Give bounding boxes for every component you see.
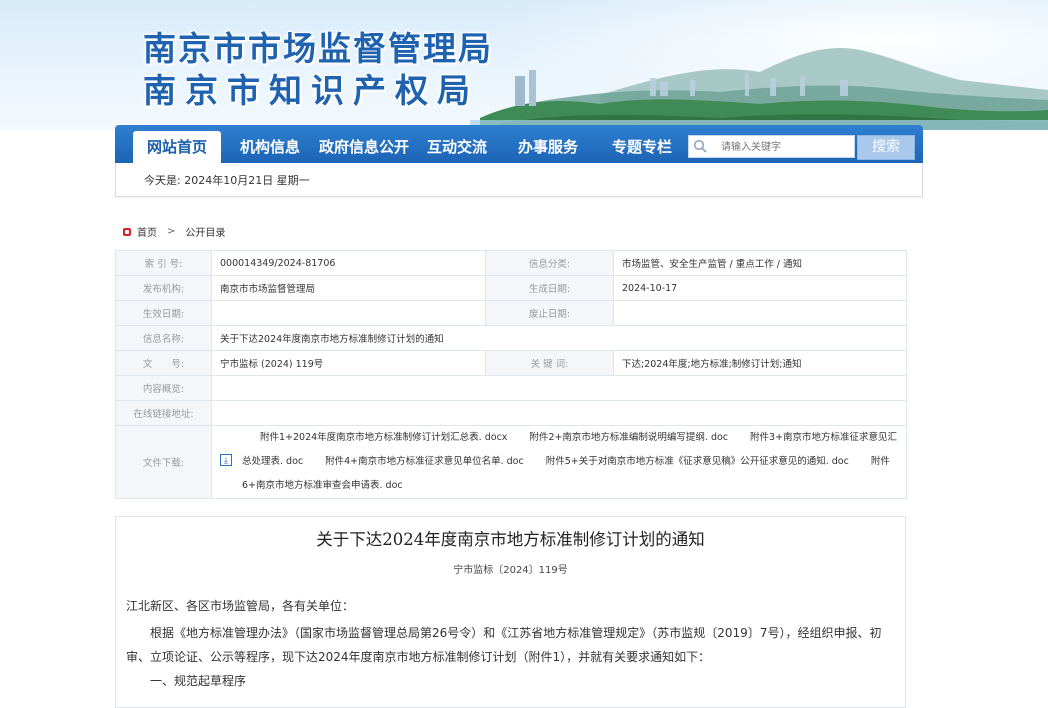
publisher-value: 南京市市场监督管理局 xyxy=(211,275,486,301)
table-row: 信息名称: 关于下达2024年度南京市地方标准制修订计划的通知 xyxy=(115,325,907,351)
article-heading: 一、规范起草程序 xyxy=(150,674,247,688)
table-row: 内容概览: xyxy=(115,375,907,401)
summary-label: 内容概览: xyxy=(115,375,212,401)
article-title: 关于下达2024年度南京市地方标准制修订计划的通知 xyxy=(316,530,705,549)
summary-value xyxy=(211,375,907,401)
file-link-1[interactable]: 附件1+2024年度南京市地方标准制修订计划汇总表. docx xyxy=(260,432,507,443)
name-value: 关于下达2024年度南京市地方标准制修订计划的通知 xyxy=(211,325,907,351)
table-row: 在线链接地址: xyxy=(115,400,907,426)
link-label: 在线链接地址: xyxy=(115,400,212,426)
table-row: 文件下载: ⤓ 附件1+2024年度南京市地方标准制修订计划汇总表. docx 附… xyxy=(115,425,907,499)
nav-topics[interactable]: 专题专栏 xyxy=(612,125,672,163)
table-row: 文 号: 宁市监标 (2024) 119号 关 键 词: 下达;2024年度;地… xyxy=(115,350,907,376)
nav-home[interactable]: 网站首页 xyxy=(133,131,222,163)
info-table: 索 引 号: 000014349/2024-81706 信息分类: 市场监管、安… xyxy=(115,250,907,499)
breadcrumb-current[interactable]: 公开目录 xyxy=(185,224,225,239)
expire-label: 废止日期: xyxy=(485,300,614,326)
keywords-value: 下达;2024年度;地方标准;制修订计划;通知 xyxy=(613,350,907,376)
effective-label: 生效日期: xyxy=(115,300,212,326)
created-label: 生成日期: xyxy=(485,275,614,301)
today-date: 今天是: 2024年10月21日 星期一 xyxy=(144,174,310,187)
search-button[interactable]: 搜索 xyxy=(857,135,915,160)
download-icon: ⤓ xyxy=(220,454,232,466)
link-value xyxy=(211,400,907,426)
article-docno: 宁市监标〔2024〕119号 xyxy=(453,565,568,576)
article-body: 关于下达2024年度南京市地方标准制修订计划的通知 宁市监标〔2024〕119号… xyxy=(115,516,906,708)
publisher-label: 发布机构: xyxy=(115,275,212,301)
breadcrumb: 首页 > 公开目录 xyxy=(123,224,225,239)
article-salutation: 江北新区、各区市场监管局，各有关单位： xyxy=(126,599,355,613)
file-link-5[interactable]: 附件5+关于对南京市地方标准《征求意见稿》公开征求意见的通知. doc xyxy=(546,456,849,467)
name-label: 信息名称: xyxy=(115,325,212,351)
breadcrumb-separator: > xyxy=(167,226,176,237)
category-value: 市场监管、安全生产监管 / 重点工作 / 通知 xyxy=(613,250,907,276)
category-label: 信息分类: xyxy=(485,250,614,276)
file-link-4[interactable]: 附件4+南京市地方标准征求意见单位名单. doc xyxy=(325,456,524,467)
table-row: 索 引 号: 000014349/2024-81706 信息分类: 市场监管、安… xyxy=(115,250,907,276)
breadcrumb-home[interactable]: 首页 xyxy=(137,224,157,239)
docno-label: 文 号: xyxy=(115,350,212,376)
nav-org-info[interactable]: 机构信息 xyxy=(240,125,300,163)
search-box xyxy=(688,135,855,158)
file-list: ⤓ 附件1+2024年度南京市地方标准制修订计划汇总表. docx 附件2+南京市… xyxy=(211,425,907,499)
nav-gov-info[interactable]: 政府信息公开 xyxy=(319,125,409,163)
site-title-line1: 南京市市场监督管理局 xyxy=(143,29,493,68)
site-title-line2: 南京市知识产权局 xyxy=(143,71,479,110)
table-row: 发布机构: 南京市市场监督管理局 生成日期: 2024-10-17 xyxy=(115,275,907,301)
keywords-label: 关 键 词: xyxy=(485,350,614,376)
expire-value xyxy=(613,300,907,326)
home-icon xyxy=(123,227,131,236)
table-row: 生效日期: 废止日期: xyxy=(115,300,907,326)
file-link-2[interactable]: 附件2+南京市地方标准编制说明编写提纲. doc xyxy=(529,432,728,443)
nav-services[interactable]: 办事服务 xyxy=(518,125,578,163)
search-input[interactable] xyxy=(719,138,853,156)
index-label: 索 引 号: xyxy=(115,250,212,276)
created-value: 2024-10-17 xyxy=(613,275,907,301)
docno-value: 宁市监标 (2024) 119号 xyxy=(211,350,486,376)
nav-interaction[interactable]: 互动交流 xyxy=(427,125,487,163)
search-icon xyxy=(693,139,707,153)
article-paragraph: 根据《地方标准管理办法》（国家市场监督管理总局第26号令）和《江苏省地方标准管理… xyxy=(126,626,882,664)
site-banner: 南京市市场监督管理局 南京市知识产权局 xyxy=(0,0,1048,130)
effective-value xyxy=(211,300,486,326)
date-bar: 今天是: 2024年10月21日 星期一 xyxy=(115,163,923,197)
files-label: 文件下载: xyxy=(115,425,212,499)
index-value: 000014349/2024-81706 xyxy=(211,250,486,276)
